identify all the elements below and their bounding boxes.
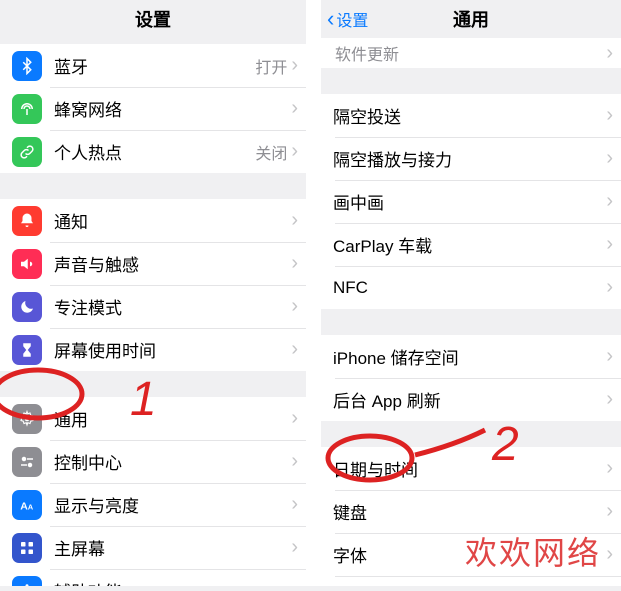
row-display[interactable]: AA 显示与亮度 › xyxy=(0,483,306,526)
row-background-refresh[interactable]: 后台 App 刷新 › xyxy=(321,378,621,421)
row-label: 隔空播放与接力 xyxy=(333,146,606,171)
switches-icon xyxy=(12,447,42,477)
row-bluetooth[interactable]: 蓝牙 打开 › xyxy=(0,44,306,87)
hourglass-icon xyxy=(12,335,42,365)
row-nfc[interactable]: NFC › xyxy=(321,266,621,309)
accessibility-icon xyxy=(12,576,42,587)
back-button[interactable]: ‹ 设置 xyxy=(327,6,368,32)
chevron-right-icon: › xyxy=(291,493,298,516)
row-label: 专注模式 xyxy=(54,294,291,319)
chevron-right-icon: › xyxy=(291,54,298,77)
chevron-left-icon: ‹ xyxy=(327,6,334,32)
chevron-right-icon: › xyxy=(606,147,613,170)
speaker-icon xyxy=(12,249,42,279)
group-connectivity: 蓝牙 打开 › 蜂窝网络 › 个人热点 关闭 › xyxy=(0,44,306,173)
settings-panel: 设置 蓝牙 打开 › 蜂窝网络 › 个人热点 关闭 › xyxy=(0,0,306,586)
row-label: 主屏幕 xyxy=(54,535,291,560)
chevron-right-icon: › xyxy=(606,500,613,523)
grid-icon xyxy=(12,533,42,563)
chevron-right-icon: › xyxy=(606,233,613,256)
row-hotspot[interactable]: 个人热点 关闭 › xyxy=(0,130,306,173)
watermark: 欢欢网络 xyxy=(465,528,601,574)
row-pip[interactable]: 画中画 › xyxy=(321,180,621,223)
row-sounds[interactable]: 声音与触感 › xyxy=(0,242,306,285)
page-title: 通用 xyxy=(453,6,489,32)
row-label: 屏幕使用时间 xyxy=(54,337,291,362)
chevron-right-icon: › xyxy=(606,543,613,566)
row-general[interactable]: 通用 › xyxy=(0,397,306,440)
row-datetime[interactable]: 日期与时间 › xyxy=(321,447,621,490)
row-label: 通用 xyxy=(54,406,291,431)
back-label: 设置 xyxy=(336,7,368,31)
row-software-update-partial[interactable]: 软件更新 › xyxy=(321,38,621,68)
chevron-right-icon: › xyxy=(606,104,613,127)
chevron-right-icon: › xyxy=(606,276,613,299)
row-carplay[interactable]: CarPlay 车载 › xyxy=(321,223,621,266)
chevron-right-icon: › xyxy=(291,536,298,559)
row-screentime[interactable]: 屏幕使用时间 › xyxy=(0,328,306,371)
row-cellular[interactable]: 蜂窝网络 › xyxy=(0,87,306,130)
textsize-icon: AA xyxy=(12,490,42,520)
chevron-right-icon: › xyxy=(291,407,298,430)
row-label: 显示与亮度 xyxy=(54,492,291,517)
row-label: 通知 xyxy=(54,208,291,233)
header: ‹ 设置 通用 xyxy=(321,0,621,38)
chevron-right-icon: › xyxy=(291,97,298,120)
row-label: 后台 App 刷新 xyxy=(333,387,606,412)
row-label: NFC xyxy=(333,278,606,298)
link-icon xyxy=(12,137,42,167)
row-value: 打开 xyxy=(255,54,287,78)
page-title: 设置 xyxy=(135,6,171,32)
row-label: iPhone 储存空间 xyxy=(333,344,606,369)
moon-icon xyxy=(12,292,42,322)
chevron-right-icon: › xyxy=(606,345,613,368)
svg-text:A: A xyxy=(28,502,34,511)
chevron-right-icon: › xyxy=(606,457,613,480)
chevron-right-icon: › xyxy=(291,140,298,163)
row-label: 声音与触感 xyxy=(54,251,291,276)
chevron-right-icon: › xyxy=(606,190,613,213)
group-storage: iPhone 储存空间 › 后台 App 刷新 › xyxy=(321,335,621,421)
divider xyxy=(306,0,321,586)
row-language[interactable]: 语言与地区 › xyxy=(321,576,621,586)
row-label: CarPlay 车载 xyxy=(333,232,606,257)
row-label: 蓝牙 xyxy=(54,53,255,78)
row-label: 蜂窝网络 xyxy=(54,96,291,121)
row-label: 画中画 xyxy=(333,189,606,214)
chevron-right-icon: › xyxy=(606,388,613,411)
chevron-right-icon: › xyxy=(291,295,298,318)
group-airdrop: 隔空投送 › 隔空播放与接力 › 画中画 › CarPlay 车载 › NFC … xyxy=(321,94,621,309)
group-notifications: 通知 › 声音与触感 › 专注模式 › 屏幕使用时间 › xyxy=(0,199,306,371)
row-accessibility[interactable]: 辅助功能 › xyxy=(0,569,306,586)
gear-icon xyxy=(12,404,42,434)
row-homescreen[interactable]: 主屏幕 › xyxy=(0,526,306,569)
row-storage[interactable]: iPhone 储存空间 › xyxy=(321,335,621,378)
chevron-right-icon: › xyxy=(606,42,613,65)
group-general: 通用 › 控制中心 › AA 显示与亮度 › 主屏幕 › xyxy=(0,397,306,586)
row-label: 日期与时间 xyxy=(333,456,606,481)
row-airdrop[interactable]: 隔空投送 › xyxy=(321,94,621,137)
row-keyboard[interactable]: 键盘 › xyxy=(321,490,621,533)
row-label: 键盘 xyxy=(333,499,606,524)
general-panel: ‹ 设置 通用 软件更新 › 隔空投送 › 隔空播放与接力 › 画中画 › Ca… xyxy=(321,0,621,586)
row-focus[interactable]: 专注模式 › xyxy=(0,285,306,328)
chevron-right-icon: › xyxy=(291,209,298,232)
chevron-right-icon: › xyxy=(291,252,298,275)
row-label: 隔空投送 xyxy=(333,103,606,128)
row-label: 个人热点 xyxy=(54,139,255,164)
chevron-right-icon: › xyxy=(291,450,298,473)
bluetooth-icon xyxy=(12,51,42,81)
row-control-center[interactable]: 控制中心 › xyxy=(0,440,306,483)
row-notifications[interactable]: 通知 › xyxy=(0,199,306,242)
bell-icon xyxy=(12,206,42,236)
row-label: 辅助功能 xyxy=(54,578,291,586)
row-airplay[interactable]: 隔空播放与接力 › xyxy=(321,137,621,180)
header: 设置 xyxy=(0,0,306,38)
row-label: 控制中心 xyxy=(54,449,291,474)
antenna-icon xyxy=(12,94,42,124)
row-value: 关闭 xyxy=(255,140,287,164)
chevron-right-icon: › xyxy=(291,579,298,586)
chevron-right-icon: › xyxy=(291,338,298,361)
